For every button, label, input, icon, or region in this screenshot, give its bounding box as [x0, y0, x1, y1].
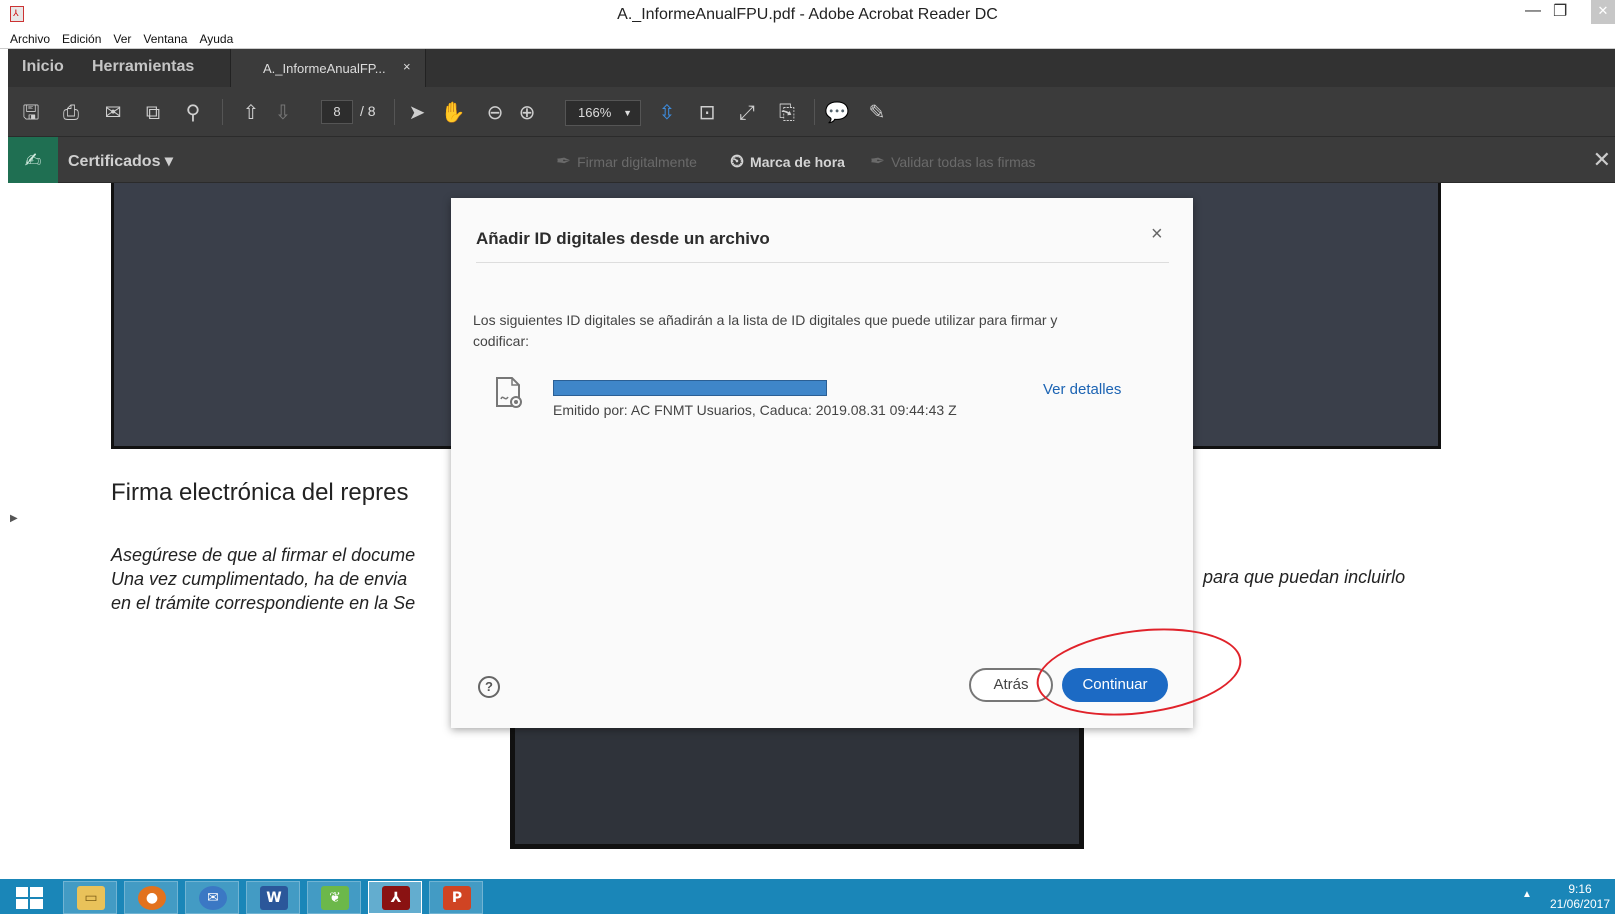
taskbar-clock[interactable]: 9:16 21/06/2017 — [1545, 882, 1615, 912]
certificate-issuer-info: Emitido por: AC FNMT Usuarios, Caduca: 2… — [553, 402, 957, 418]
zoom-in-icon[interactable]: ⊕ — [514, 99, 540, 125]
menu-ayuda[interactable]: Ayuda — [193, 28, 239, 46]
document-heading: Firma electrónica del repres — [111, 479, 409, 506]
clock-date: 21/06/2017 — [1549, 897, 1611, 911]
view-details-link[interactable]: Ver detalles — [1043, 381, 1121, 398]
certificate-file-icon — [496, 377, 522, 408]
window-titlebar: ⅄ A._InformeAnualFPU.pdf - Adobe Acrobat… — [0, 0, 1615, 28]
tab-document-label: A._InformeAnualFP... — [263, 61, 386, 76]
timestamp-label: Marca de hora — [750, 154, 845, 170]
clock-time: 9:16 — [1568, 882, 1592, 896]
page-total: / 8 — [360, 103, 376, 119]
search-icon[interactable]: ⚲ — [180, 99, 206, 125]
tray-expand-icon[interactable]: ▲ — [1522, 889, 1532, 900]
paragraph-right-fragment: para que puedan incluirlo — [1203, 567, 1406, 587]
taskbar-word[interactable]: W — [246, 881, 300, 914]
page-number-input[interactable]: 8 — [321, 100, 353, 124]
acrobat-icon: ⅄ — [382, 886, 410, 910]
pen-icon: ✒ — [556, 151, 572, 172]
help-icon[interactable]: ? — [478, 676, 500, 698]
taskbar-powerpoint[interactable]: P — [429, 881, 483, 914]
menu-ventana[interactable]: Ventana — [137, 28, 193, 46]
window-close-button[interactable]: ✕ — [1591, 0, 1615, 24]
taskbar-file-explorer[interactable]: ▭ — [63, 881, 117, 914]
sign-digitally-button[interactable]: ✒ Firmar digitalmente — [556, 151, 697, 172]
tab-document-close-icon[interactable]: × — [403, 59, 411, 74]
fit-page-icon[interactable]: ⇳ — [654, 99, 680, 125]
sidebar-expand-icon[interactable]: ▶ — [10, 513, 18, 524]
comment-icon[interactable]: 💬 — [824, 99, 850, 125]
dialog-title: Añadir ID digitales desde un archivo — [476, 229, 770, 248]
sign-digitally-label: Firmar digitalmente — [577, 154, 697, 170]
redacted-certificate-name — [553, 380, 827, 396]
menu-edicion[interactable]: Edición — [56, 28, 107, 46]
validate-signatures-button[interactable]: ✒ Validar todas las firmas — [870, 151, 1036, 172]
taskbar-firefox[interactable]: ● — [124, 881, 178, 914]
zoom-value: 166% — [578, 105, 612, 120]
dialog-description: Los siguientes ID digitales se añadirán … — [473, 312, 1058, 349]
powerpoint-icon: P — [443, 886, 471, 910]
validate-signatures-label: Validar todas las firmas — [891, 154, 1036, 170]
full-page-icon[interactable]: ⊡ — [694, 99, 720, 125]
certificates-dropdown[interactable]: Certificados ▾ — [68, 151, 173, 171]
tab-document[interactable]: A._InformeAnualFP... × — [230, 49, 426, 87]
word-icon: W — [260, 886, 288, 910]
highlight-pen-icon[interactable]: ✎ — [864, 99, 890, 125]
menu-archivo[interactable]: Archivo — [0, 28, 56, 46]
zoom-out-icon[interactable]: ⊖ — [482, 99, 508, 125]
taskbar-acrobat[interactable]: ⅄ — [368, 881, 422, 914]
dialog-divider — [476, 262, 1169, 263]
previous-page-icon[interactable]: ⇧ — [238, 99, 264, 125]
next-page-icon[interactable]: ⇩ — [270, 99, 296, 125]
taskbar-green-app[interactable]: ❦ — [307, 881, 361, 914]
thunderbird-icon: ✉ — [199, 886, 227, 910]
certificates-close-icon[interactable]: ✕ — [1593, 147, 1611, 173]
certificates-tool-icon[interactable]: ✍ — [8, 137, 58, 183]
firefox-icon: ● — [138, 886, 166, 910]
tab-home[interactable]: Inicio — [22, 58, 64, 76]
maximize-icon[interactable]: ❐ — [1553, 1, 1567, 21]
certificates-toolbar: ✍ Certificados ▾ ✒ Firmar digitalmente ⏲ M… — [8, 137, 1615, 183]
windows-taskbar: ▭ ● ✉ W ❦ ⅄ P ▲ 9:16 21/06/2017 — [0, 879, 1615, 914]
taskbar-thunderbird[interactable]: ✉ — [185, 881, 239, 914]
windows-start-icon[interactable] — [15, 886, 45, 910]
window-title: A._InformeAnualFPU.pdf - Adobe Acrobat R… — [617, 6, 998, 23]
minimize-icon[interactable]: — — [1525, 2, 1541, 20]
menu-ver[interactable]: Ver — [107, 28, 137, 46]
clock-document-icon: ⏲ — [730, 151, 745, 172]
dialog-close-icon[interactable]: × — [1151, 223, 1163, 246]
timestamp-button[interactable]: ⏲ Marca de hora — [730, 151, 845, 172]
email-icon[interactable]: ✉ — [100, 99, 126, 125]
print-icon[interactable]: ⎙ — [58, 99, 84, 125]
tab-tools[interactable]: Herramientas — [92, 58, 194, 76]
convert-icon[interactable]: ⧉ — [140, 99, 166, 125]
fullscreen-icon[interactable]: ⤢ — [734, 99, 760, 125]
leaf-icon: ❦ — [321, 886, 349, 910]
validate-pen-icon: ✒ — [870, 151, 886, 172]
chevron-down-icon: ▼ — [623, 108, 632, 118]
read-mode-icon[interactable]: ⎘ — [774, 99, 800, 125]
main-toolbar: 🖫 ⎙ ✉ ⧉ ⚲ ⇧ ⇩ 8 / 8 ➤ ✋ ⊖ ⊕ 166% ▼ ⇳ ⊡ ⤢ … — [8, 87, 1615, 137]
select-tool-icon[interactable]: ➤ — [404, 99, 430, 125]
top-tab-bar: Inicio Herramientas A._InformeAnualFP...… — [8, 49, 1615, 87]
zoom-select[interactable]: 166% ▼ — [565, 100, 641, 126]
folder-icon: ▭ — [77, 886, 105, 910]
save-icon[interactable]: 🖫 — [18, 99, 44, 125]
hand-tool-icon[interactable]: ✋ — [440, 99, 466, 125]
menu-bar: Archivo Edición Ver Ventana Ayuda — [0, 28, 1615, 49]
